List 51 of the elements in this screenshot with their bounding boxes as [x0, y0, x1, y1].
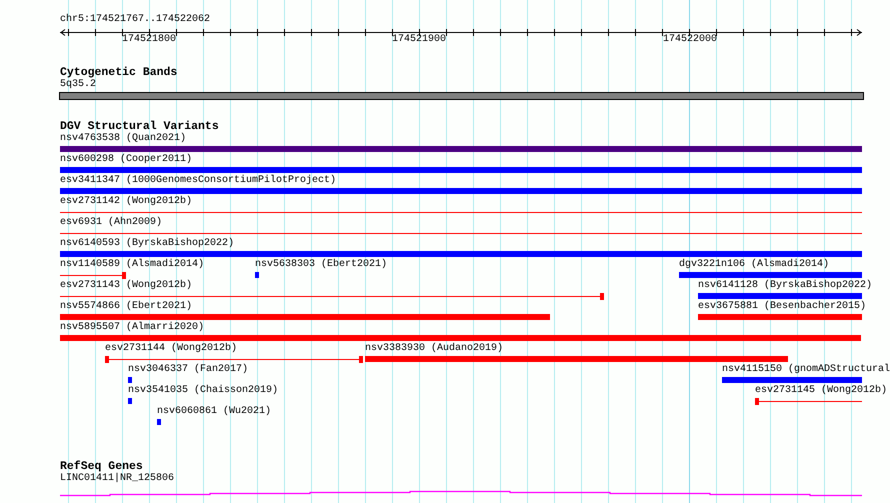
feature-bar[interactable] — [679, 272, 862, 278]
feature-line[interactable] — [755, 398, 862, 405]
feature-bar[interactable] — [60, 146, 862, 152]
feature-bar[interactable] — [60, 188, 862, 194]
feature-label[interactable]: nsv3046337 (Fan2017) — [128, 364, 248, 376]
feature-label[interactable]: esv2731143 (Wong2012b) — [60, 280, 192, 292]
feature-bar[interactable] — [255, 272, 259, 278]
feature-label[interactable]: nsv1140589 (Alsmadi2014) — [60, 259, 204, 271]
feature-label[interactable]: nsv6141128 (ByrskaBishop2022) — [698, 280, 872, 292]
feature-line[interactable] — [60, 230, 862, 237]
feature-line[interactable] — [60, 272, 126, 279]
tick-label: 174521800 — [122, 34, 176, 46]
feature-label[interactable]: dgv3221n106 (Alsmadi2014) — [679, 259, 830, 271]
feature-bar[interactable] — [60, 314, 550, 320]
track-title: RefSeq Genes — [60, 461, 143, 473]
feature-label[interactable]: nsv5574866 (Ebert2021) — [60, 301, 192, 313]
feature-label[interactable]: esv2731145 (Wong2012b) — [755, 385, 888, 397]
feature-label[interactable]: esv3675881 (Besenbacher2015) — [698, 301, 866, 313]
feature-label[interactable]: nsv4763538 (Quan2021) — [60, 133, 186, 145]
gene-line[interactable] — [60, 490, 862, 496]
feature-bar[interactable] — [60, 335, 861, 341]
feature-bar[interactable] — [128, 377, 132, 383]
feature-label[interactable]: nsv3383930 (Audano2019) — [365, 343, 504, 355]
feature-label[interactable]: esv2731142 (Wong2012b) — [60, 196, 192, 208]
feature-label[interactable]: esv2731144 (Wong2012b) — [105, 343, 238, 355]
feature-label[interactable]: nsv5895507 (Almarri2020) — [60, 322, 204, 334]
feature-label[interactable]: esv6931 (Ahn2009) — [60, 217, 162, 229]
feature-bar[interactable] — [157, 419, 161, 425]
feature-line[interactable] — [60, 209, 862, 216]
feature-bar[interactable] — [698, 314, 862, 320]
feature-label[interactable]: nsv6060861 (Wu2021) — [157, 406, 272, 418]
feature-bar[interactable] — [60, 167, 862, 173]
tick-label: 174522000 — [663, 34, 717, 46]
feature-bar[interactable] — [60, 251, 862, 257]
feature-label[interactable]: esv3411347 (1000GenomesConsortiumPilotProject) — [60, 175, 336, 187]
feature-line[interactable] — [105, 356, 363, 363]
track-title: Cytogenetic Bands — [60, 67, 178, 79]
feature-line[interactable] — [60, 293, 604, 300]
tick-label: 174521900 — [392, 34, 446, 46]
location-label: chr5:174521767..174522062 — [60, 14, 210, 26]
feature-bar[interactable] — [128, 398, 132, 404]
track-title: DGV Structural Variants — [60, 121, 219, 133]
feature-bar[interactable] — [698, 293, 862, 299]
feature-label[interactable]: nsv5638303 (Ebert2021) — [255, 259, 388, 271]
feature-label[interactable]: nsv3541035 (Chaisson2019) — [128, 385, 278, 397]
feature-bar[interactable] — [722, 377, 862, 383]
feature-label[interactable]: nsv4115150 (gnomADStructural — [722, 364, 890, 376]
feature-label[interactable]: nsv600298 (Cooper2011) — [60, 154, 192, 166]
feature-label[interactable]: nsv6140593 (ByrskaBishop2022) — [60, 238, 234, 250]
gene-label[interactable]: LINC01411|NR_125806 — [60, 473, 174, 485]
band-label: 5q35.2 — [60, 79, 96, 91]
